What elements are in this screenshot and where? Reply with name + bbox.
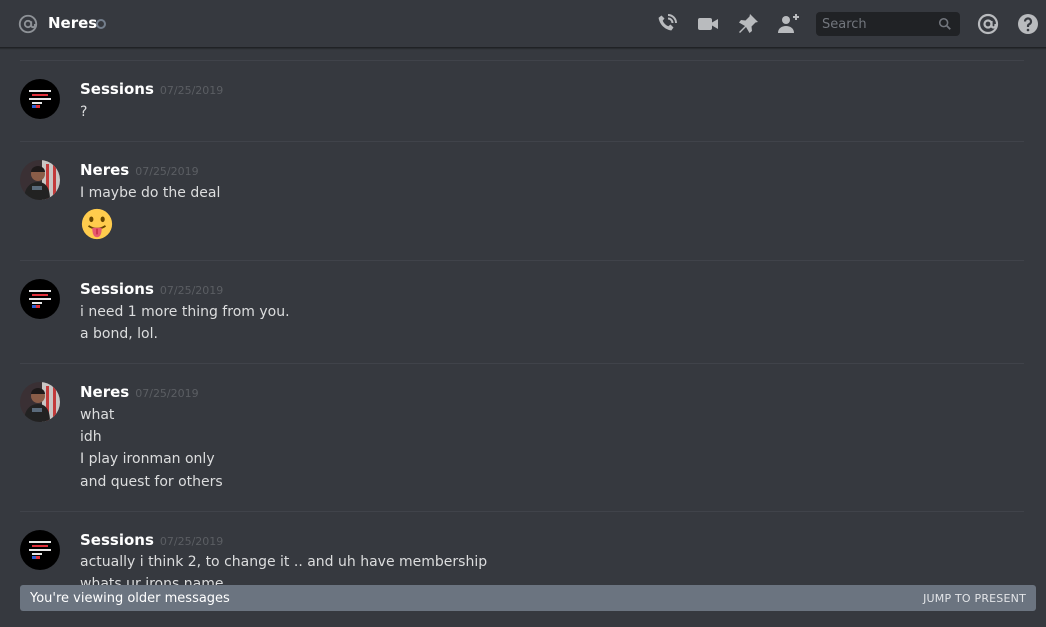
search-icon [938, 17, 951, 30]
timestamp: 07/25/2019 [135, 165, 199, 178]
stuck-out-tongue-emoji-icon[interactable] [80, 207, 114, 241]
username[interactable]: Neres [80, 161, 129, 179]
status-indicator [96, 19, 106, 29]
username[interactable]: Neres [80, 383, 129, 401]
avatar[interactable] [20, 79, 60, 119]
timestamp: 07/25/2019 [159, 284, 224, 297]
message-text: ? [80, 104, 88, 120]
avatar[interactable] [20, 279, 60, 319]
message-header: Neres 07/25/2019 [80, 383, 199, 401]
message-header: Sessions 07/25/2019 [80, 280, 223, 298]
message-header: Sessions 07/25/2019 [80, 531, 223, 549]
message-text: i need 1 more thing from you. [80, 304, 290, 320]
avatar[interactable] [20, 160, 60, 200]
divider [20, 141, 1024, 142]
avatar[interactable] [20, 530, 60, 570]
channel-title: Neres [48, 14, 98, 32]
older-messages-text: You're viewing older messages [30, 590, 230, 606]
message-header: Neres 07/25/2019 [80, 161, 199, 179]
divider [20, 60, 1024, 61]
avatar[interactable] [20, 382, 60, 422]
call-icon[interactable] [655, 12, 679, 36]
divider [20, 260, 1024, 261]
sessions-avatar-image [20, 530, 60, 570]
username[interactable]: Sessions [80, 80, 154, 98]
pin-icon[interactable] [736, 12, 760, 36]
help-icon[interactable] [1016, 12, 1040, 36]
message-text: what [80, 407, 115, 423]
username[interactable]: Sessions [80, 280, 154, 298]
add-friend-icon[interactable] [777, 12, 801, 36]
search-input[interactable] [816, 12, 934, 36]
search-box[interactable] [816, 12, 960, 36]
message-text: a bond, lol. [80, 326, 158, 342]
timestamp: 07/25/2019 [159, 84, 224, 97]
older-messages-banner: You're viewing older messages JUMP TO PR… [20, 585, 1036, 611]
jump-to-present-button[interactable]: JUMP TO PRESENT [923, 592, 1026, 605]
neres-avatar-image [20, 160, 60, 200]
mentions-icon[interactable] [976, 12, 1000, 36]
username[interactable]: Sessions [80, 531, 154, 549]
sessions-avatar-image [20, 79, 60, 119]
divider [20, 363, 1024, 364]
message-text: idh [80, 429, 102, 445]
sessions-avatar-image [20, 279, 60, 319]
message-text: I maybe do the deal [80, 185, 221, 201]
message-text: and quest for others [80, 474, 223, 490]
message-header: Sessions 07/25/2019 [80, 80, 223, 98]
at-icon [18, 14, 38, 34]
channel-header: Neres [0, 0, 1046, 48]
neres-avatar-image [20, 382, 60, 422]
timestamp: 07/25/2019 [159, 535, 224, 548]
message-list[interactable]: Sessions 07/25/2019 ? Neres 07/25/2019 I… [0, 49, 1046, 585]
message-text: whats ur irons name [80, 576, 224, 585]
divider [20, 511, 1024, 512]
message-text: I play ironman only [80, 451, 215, 467]
timestamp: 07/25/2019 [135, 387, 199, 400]
video-icon[interactable] [696, 12, 720, 36]
message-text: actually i think 2, to change it .. and … [80, 554, 488, 570]
